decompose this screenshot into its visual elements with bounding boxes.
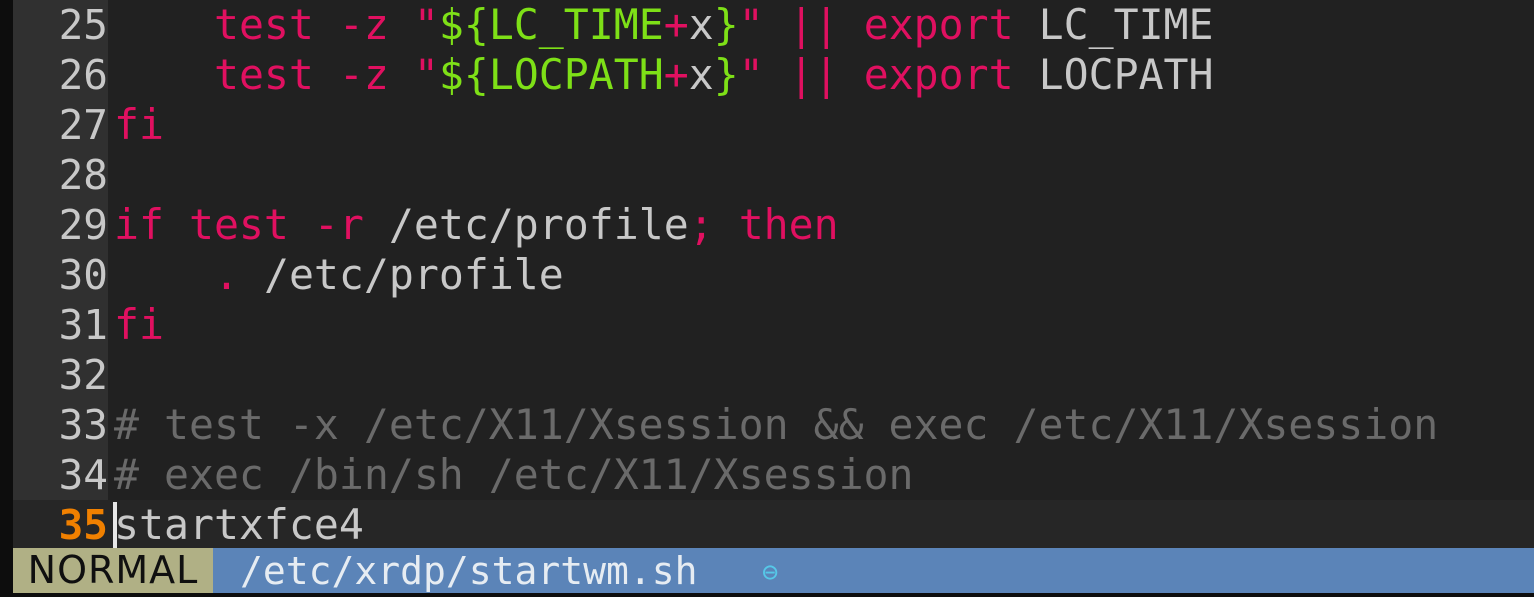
editor-line[interactable]: 32 xyxy=(0,350,1534,400)
line-text[interactable]: test -z "${LC_TIME+x}" || export LC_TIME xyxy=(114,0,1214,50)
sign-column xyxy=(0,250,13,300)
status-filename: /etc/xrdp/startwm.sh xyxy=(240,549,698,593)
line-text[interactable]: . /etc/profile xyxy=(114,250,564,300)
editor-line[interactable]: 30 . /etc/profile xyxy=(0,250,1534,300)
token-str: + xyxy=(663,50,689,99)
editor-mode-indicator: NORMAL xyxy=(13,548,213,593)
line-text[interactable]: fi xyxy=(114,100,164,150)
sign-column xyxy=(0,300,13,350)
line-text[interactable]: fi xyxy=(114,300,164,350)
token-kw: if test -r xyxy=(114,200,364,249)
editor-line[interactable]: 27 fi xyxy=(0,100,1534,150)
text-cursor xyxy=(113,502,117,549)
editor-line[interactable]: 34 # exec /bin/sh /etc/X11/Xsession xyxy=(0,450,1534,500)
status-line-left-pad xyxy=(0,548,13,593)
token-kw: export xyxy=(863,50,1014,99)
token-ident: LC_TIME xyxy=(1038,0,1214,49)
token-kw: || xyxy=(788,0,839,49)
token-str: + xyxy=(663,0,689,49)
line-number: 25 xyxy=(13,0,108,50)
editor-line[interactable]: 28 xyxy=(0,150,1534,200)
status-line: NORMAL /etc/xrdp/startwm.sh ⊖ xyxy=(0,548,1534,593)
token-kw: || xyxy=(788,50,839,99)
sign-column xyxy=(0,450,13,500)
editor-line[interactable]: 25 test -z "${LC_TIME+x}" || export LC_T… xyxy=(0,0,1534,50)
token-kw: export xyxy=(863,0,1014,49)
token-var: ${LC_TIME xyxy=(438,0,664,49)
token-var: ${LOCPATH xyxy=(438,50,664,99)
line-text[interactable]: startxfce4 xyxy=(114,500,364,550)
editor-buffer[interactable]: 25 test -z "${LC_TIME+x}" || export LC_T… xyxy=(0,0,1534,550)
sign-column xyxy=(0,50,13,100)
editor-line[interactable]: 29 if test -r /etc/profile; then xyxy=(0,200,1534,250)
token-cmt: # test -x /etc/X11/Xsession && exec /etc… xyxy=(114,400,1439,449)
token-kw: test -z xyxy=(213,50,414,99)
vim-editor-window: 25 test -z "${LC_TIME+x}" || export LC_T… xyxy=(0,0,1534,593)
line-text[interactable]: test -z "${LOCPATH+x}" || export LOCPATH xyxy=(114,50,1214,100)
line-text[interactable]: if test -r /etc/profile; then xyxy=(114,200,839,250)
token-kw: fi xyxy=(114,300,164,349)
line-text[interactable]: # exec /bin/sh /etc/X11/Xsession xyxy=(114,450,914,500)
token-ident: LOCPATH xyxy=(1038,50,1214,99)
line-number: 35 xyxy=(13,500,108,550)
token-ident: /etc/profile xyxy=(388,200,689,249)
token-ident: /etc/profile xyxy=(263,250,564,299)
token-ident: x xyxy=(688,0,714,49)
line-number: 31 xyxy=(13,300,108,350)
line-number: 28 xyxy=(13,150,108,200)
sign-column xyxy=(0,150,13,200)
sign-column xyxy=(0,500,13,550)
token-kw: . xyxy=(213,250,239,299)
token-ident: startxfce4 xyxy=(114,500,364,549)
line-number: 30 xyxy=(13,250,108,300)
token-str: " xyxy=(413,0,439,49)
editor-line[interactable]: 31 fi xyxy=(0,300,1534,350)
token-kw: ; xyxy=(688,200,714,249)
line-text[interactable]: # test -x /etc/X11/Xsession && exec /etc… xyxy=(114,400,1438,450)
token-str: " xyxy=(738,50,764,99)
sign-column xyxy=(0,0,13,50)
editor-line[interactable]: 33 # test -x /etc/X11/Xsession && exec /e… xyxy=(0,400,1534,450)
editor-line[interactable]: 26 test -z "${LOCPATH+x}" || export LOCP… xyxy=(0,50,1534,100)
editor-line[interactable]: 35 startxfce4 xyxy=(0,500,1534,550)
token-var: } xyxy=(713,50,739,99)
line-number: 29 xyxy=(13,200,108,250)
token-str: " xyxy=(413,50,439,99)
line-number: 34 xyxy=(13,450,108,500)
sign-column xyxy=(0,200,13,250)
line-number: 32 xyxy=(13,350,108,400)
token-str: " xyxy=(738,0,764,49)
token-ident: x xyxy=(688,50,714,99)
readonly-circle-minus-icon: ⊖ xyxy=(762,557,779,588)
sign-column xyxy=(0,100,13,150)
token-cmt: # exec /bin/sh /etc/X11/Xsession xyxy=(114,450,914,499)
token-kw: test -z xyxy=(213,0,414,49)
line-number: 26 xyxy=(13,50,108,100)
token-var: } xyxy=(713,0,739,49)
token-kw: then xyxy=(738,200,839,249)
sign-column xyxy=(0,350,13,400)
sign-column xyxy=(0,400,13,450)
line-number: 33 xyxy=(13,400,108,450)
token-kw: fi xyxy=(114,100,164,149)
line-number: 27 xyxy=(13,100,108,150)
